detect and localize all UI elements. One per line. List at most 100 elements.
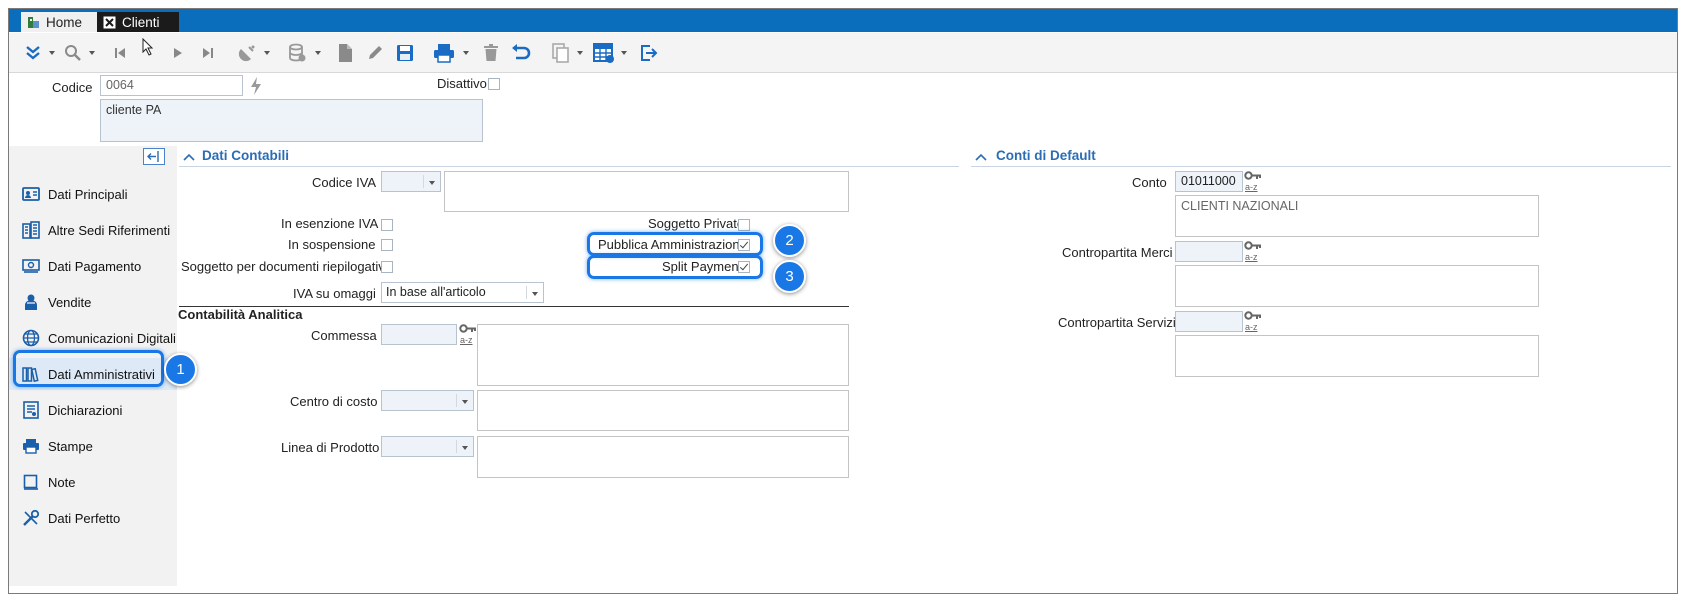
sidebar-item-dati-perfetto[interactable]: Dati Perfetto [9,502,177,534]
lookup-key-label: a-z [1245,252,1258,262]
toolbar [9,33,1677,73]
home-icon [27,16,40,29]
section-divider [971,166,1671,167]
delete-icon[interactable] [479,41,503,65]
sidebar-item-dati-pagamento[interactable]: Dati Pagamento [9,250,177,282]
satellite-dropdown-caret[interactable] [264,51,270,55]
undo-icon[interactable] [509,41,533,65]
iva-omaggi-value: In base all'articolo [386,285,486,299]
lookup-key-icon[interactable]: a-z [1244,171,1264,193]
pointer-icon [137,35,159,59]
sidebar-item-altre-sedi[interactable]: Altre Sedi Riferimenti [9,214,177,246]
riepilogativi-checkbox[interactable] [381,261,393,273]
sospensione-label: In sospensione [288,237,376,252]
sidebar-item-label: Vendite [48,294,92,310]
search-icon[interactable] [61,41,85,65]
expand-icon[interactable] [21,41,45,65]
payment-icon [21,256,41,276]
edit-icon[interactable] [363,41,387,65]
centro-costo-combo[interactable] [381,390,474,411]
globe-icon [21,328,41,348]
codice-iva-combo[interactable] [381,171,441,192]
tab-clienti-label: Clienti [122,14,160,30]
esenzione-checkbox[interactable] [381,219,393,231]
chevron-down-icon [429,181,435,185]
callout-badge-2: 2 [773,224,806,257]
last-record-icon[interactable] [197,41,219,65]
sidebar-item-vendite[interactable]: Vendite [9,286,177,318]
search-dropdown-caret[interactable] [89,51,95,55]
printer-icon [21,436,41,456]
save-icon[interactable] [393,41,417,65]
contropartita-merci-label: Contropartita Merci [1062,245,1173,260]
database-icon[interactable] [285,41,309,65]
calendar-dropdown-caret[interactable] [621,51,627,55]
tab-bar: Home Clienti [9,9,1677,32]
description-input[interactable]: cliente PA [100,99,483,142]
contropartita-servizi-input[interactable] [1175,311,1243,332]
print-dropdown-caret[interactable] [463,51,469,55]
contropartita-servizi-label: Contropartita Servizi [1058,315,1176,330]
tab-clienti[interactable]: Clienti [97,12,179,32]
centro-costo-label: Centro di costo [290,394,378,409]
disattivo-checkbox[interactable] [488,78,500,90]
first-record-icon[interactable] [109,41,131,65]
conto-label: Conto [1132,175,1167,190]
expand-dropdown-caret[interactable] [49,51,55,55]
codice-iva-label: Codice IVA [312,175,377,190]
copy-icon[interactable] [549,41,573,65]
sidebar-item-label: Stampe [48,438,93,454]
codice-input[interactable]: 0064 [100,75,243,96]
section-conti-default-title: Conti di Default [996,148,1096,163]
commessa-description [477,324,849,386]
copy-dropdown-caret[interactable] [577,51,583,55]
declaration-icon [21,400,41,420]
satellite-icon[interactable] [235,41,259,65]
section-dati-contabili-title: Dati Contabili [202,148,289,163]
lightning-icon[interactable] [249,76,263,96]
sidebar-item-note[interactable]: Note [9,466,177,498]
sidebar-item-label: Altre Sedi Riferimenti [48,222,171,238]
chevron-down-icon [462,400,468,404]
soggetto-privato-checkbox[interactable] [738,219,750,231]
sidebar-item-label: Comunicazioni Digitali [48,330,176,346]
lookup-key-icon[interactable]: a-z [1244,241,1264,263]
sidebar-item-stampe[interactable]: Stampe [9,430,177,462]
highlight-dati-amministrativi [13,350,164,387]
chevron-down-icon [462,446,468,450]
collapse-sidebar-icon[interactable] [143,148,165,165]
sidebar-item-dati-principali[interactable]: Dati Principali [9,178,177,210]
chevron-up-icon[interactable] [183,151,197,163]
contropartita-merci-input[interactable] [1175,241,1243,262]
codice-label: Codice [52,80,93,95]
next-record-icon[interactable] [167,41,189,65]
application-window: Home Clienti Codice 0064 cliente PA Disa… [8,8,1678,594]
new-document-icon[interactable] [333,41,357,65]
tools-icon [21,508,41,528]
linea-prodotto-combo[interactable] [381,436,474,457]
linea-prodotto-description [477,436,849,478]
sidebar-item-label: Dati Pagamento [48,258,142,274]
lookup-key-icon[interactable]: a-z [459,324,479,346]
print-icon[interactable] [431,41,457,65]
contropartita-merci-description [1175,265,1539,307]
sidebar-item-dichiarazioni[interactable]: Dichiarazioni [9,394,177,426]
lookup-key-icon[interactable]: a-z [1244,311,1264,333]
excel-icon [103,16,116,29]
note-icon [21,472,41,492]
exit-icon[interactable] [637,41,661,65]
lookup-key-label: a-z [1245,322,1258,332]
sospensione-checkbox[interactable] [381,239,393,251]
iva-omaggi-label: IVA su omaggi [293,286,376,301]
tab-home[interactable]: Home [21,12,105,32]
chevron-up-icon[interactable] [975,151,989,163]
iva-omaggi-combo[interactable]: In base all'articolo [381,282,544,303]
calendar-grid-icon[interactable] [591,41,617,65]
conto-input[interactable]: 01011000 [1175,171,1243,192]
centro-costo-description [477,390,849,431]
esenzione-label: In esenzione IVA [281,216,379,231]
commessa-input[interactable] [381,324,457,345]
id-card-icon [21,184,41,204]
database-dropdown-caret[interactable] [315,51,321,55]
linea-prodotto-label: Linea di Prodotto [281,440,380,455]
